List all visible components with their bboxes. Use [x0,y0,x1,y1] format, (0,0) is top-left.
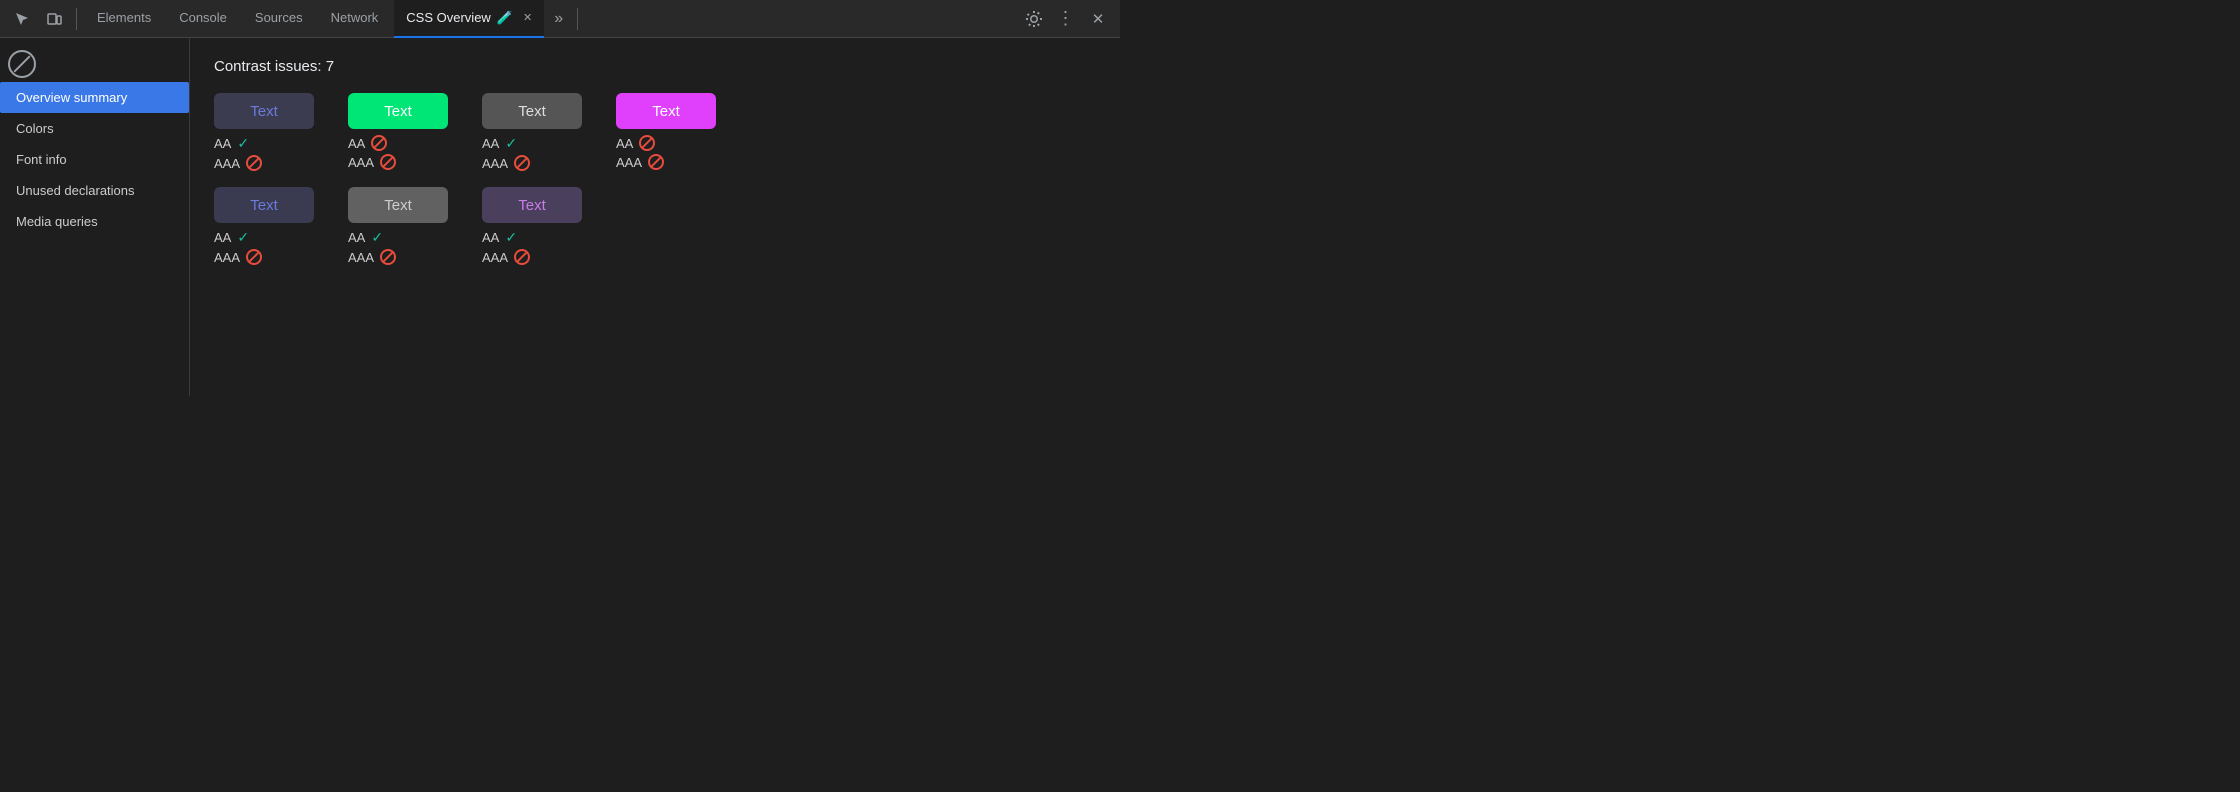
aaa-badge-1-2: AAA [348,154,396,170]
contrast-grid: Text AA ✓ AAA Te [214,93,1096,265]
contrast-text-button-2-3[interactable]: Text [482,187,582,223]
contrast-badges-2-3: AA ✓ AAA [482,229,530,265]
more-options-button[interactable]: ⋮ [1052,5,1080,33]
aa-badge-1-2: AA [348,135,396,151]
device-icon[interactable] [40,5,68,33]
ban-icon-1-2-aa [371,135,387,151]
contrast-issues-title: Contrast issues: 7 [214,58,1096,75]
contrast-row-2: Text AA ✓ AAA Te [214,187,1096,265]
toolbar-divider-2 [577,8,578,30]
ban-icon-1-3-aaa [514,155,530,171]
contrast-badges-1-2: AA AAA [348,135,396,170]
flask-icon: 🧪 [497,10,513,26]
settings-button[interactable] [1020,5,1048,33]
devtools-toolbar: Elements Console Sources Network CSS Ove… [0,0,1120,38]
aaa-badge-1-1: AAA [214,155,262,171]
aa-badge-1-3: AA ✓ [482,135,530,152]
contrast-item-2-1: Text AA ✓ AAA [214,187,324,265]
aaa-badge-1-4: AAA [616,154,664,170]
contrast-badges-2-2: AA ✓ AAA [348,229,396,265]
ban-icon-1-4-aaa [648,154,664,170]
contrast-item-1-4: Text AA AAA [616,93,726,170]
close-devtools-button[interactable]: ✕ [1084,5,1112,33]
contrast-badges-1-3: AA ✓ AAA [482,135,530,171]
contrast-item-2-3: Text AA ✓ AAA [482,187,592,265]
ban-icon-2-3-aaa [514,249,530,265]
aa-badge-2-2: AA ✓ [348,229,396,246]
check-icon-1-3-aa: ✓ [505,135,517,152]
sidebar-item-media-queries[interactable]: Media queries [0,206,189,237]
content-area: Contrast issues: 7 Text AA ✓ AAA [190,38,1120,396]
tab-close-icon[interactable]: ✕ [523,11,532,24]
sidebar-item-colors[interactable]: Colors [0,113,189,144]
aa-badge-2-1: AA ✓ [214,229,262,246]
tab-sources[interactable]: Sources [243,0,315,38]
tab-network[interactable]: Network [319,0,391,38]
contrast-badges-1-4: AA AAA [616,135,664,170]
tab-css-overview[interactable]: CSS Overview 🧪 ✕ [394,0,544,38]
contrast-text-button-1-2[interactable]: Text [348,93,448,129]
contrast-item-2-2: Text AA ✓ AAA [348,187,458,265]
aa-badge-1-1: AA ✓ [214,135,262,152]
ban-icon-1-2-aaa [380,154,396,170]
tab-console[interactable]: Console [167,0,239,38]
contrast-text-button-2-1[interactable]: Text [214,187,314,223]
check-icon: ✓ [237,135,249,152]
contrast-row-1: Text AA ✓ AAA Te [214,93,1096,171]
ban-icon-2-2-aaa [380,249,396,265]
aaa-badge-2-2: AAA [348,249,396,265]
aa-badge-2-3: AA ✓ [482,229,530,246]
ban-icon-2-1-aaa [246,249,262,265]
contrast-text-button-1-3[interactable]: Text [482,93,582,129]
ban-icon-1-1 [246,155,262,171]
contrast-item-1-1: Text AA ✓ AAA [214,93,324,171]
ban-icon [8,50,36,78]
contrast-text-button-2-2[interactable]: Text [348,187,448,223]
check-icon-2-1-aa: ✓ [237,229,249,246]
aa-badge-1-4: AA [616,135,664,151]
cursor-icon[interactable] [8,5,36,33]
sidebar: Overview summary Colors Font info Unused… [0,38,190,396]
contrast-badges-1-1: AA ✓ AAA [214,135,262,171]
toolbar-right: ⋮ ✕ [1020,5,1112,33]
check-icon-2-2-aa: ✓ [371,229,383,246]
sidebar-item-font-info[interactable]: Font info [0,144,189,175]
more-tabs-button[interactable]: » [548,10,569,28]
sidebar-item-unused-declarations[interactable]: Unused declarations [0,175,189,206]
toolbar-divider-1 [76,8,77,30]
contrast-badges-2-1: AA ✓ AAA [214,229,262,265]
contrast-item-1-2: Text AA AAA [348,93,458,170]
main-layout: Overview summary Colors Font info Unused… [0,38,1120,396]
aaa-badge-2-3: AAA [482,249,530,265]
check-icon-2-3-aa: ✓ [505,229,517,246]
contrast-text-button-1-4[interactable]: Text [616,93,716,129]
aaa-badge-1-3: AAA [482,155,530,171]
sidebar-item-overview-summary[interactable]: Overview summary [0,82,189,113]
aaa-badge-2-1: AAA [214,249,262,265]
ban-icon-1-4-aa [639,135,655,151]
contrast-text-button-1-1[interactable]: Text [214,93,314,129]
tab-elements[interactable]: Elements [85,0,163,38]
contrast-item-1-3: Text AA ✓ AAA [482,93,592,171]
